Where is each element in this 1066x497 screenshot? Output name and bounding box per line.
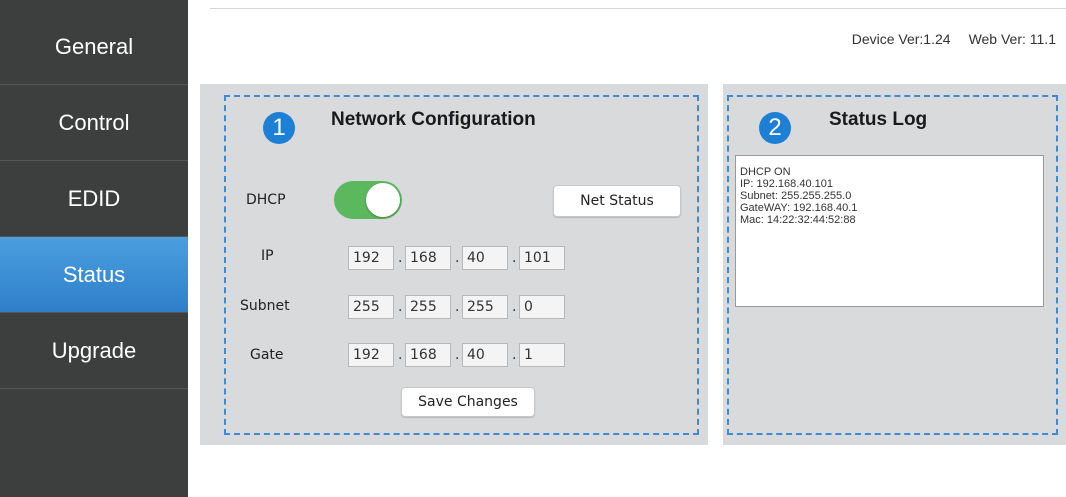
gate-octet-2[interactable]: 168 bbox=[405, 343, 451, 367]
subnet-label: Subnet bbox=[240, 298, 290, 314]
dhcp-toggle[interactable] bbox=[334, 181, 402, 219]
status-log-textarea[interactable]: DHCP ON IP: 192.168.40.101 Subnet: 255.2… bbox=[735, 155, 1044, 307]
subnet-dot: . bbox=[455, 299, 460, 315]
save-changes-button[interactable]: Save Changes bbox=[401, 387, 535, 417]
gate-dot: . bbox=[512, 347, 517, 363]
callout-badge-1: 1 bbox=[263, 112, 295, 144]
sidebar-item-edid[interactable]: EDID bbox=[0, 161, 188, 237]
subnet-octet-3[interactable]: 255 bbox=[462, 295, 508, 319]
network-config-title: Network Configuration bbox=[331, 109, 536, 130]
ip-octet-1[interactable]: 192 bbox=[348, 246, 394, 270]
gate-dot: . bbox=[455, 347, 460, 363]
ip-octet-3[interactable]: 40 bbox=[462, 246, 508, 270]
version-info: Device Ver:1.24 Web Ver: 11.1 bbox=[852, 31, 1056, 47]
web-version: Web Ver: 11.1 bbox=[968, 31, 1056, 47]
gate-label: Gate bbox=[250, 347, 284, 363]
gate-octet-1[interactable]: 192 bbox=[348, 343, 394, 367]
toggle-knob bbox=[366, 183, 400, 217]
subnet-dot: . bbox=[398, 299, 403, 315]
subnet-octet-4[interactable]: 0 bbox=[519, 295, 565, 319]
gate-octet-4[interactable]: 1 bbox=[519, 343, 565, 367]
sidebar-item-status[interactable]: Status bbox=[0, 237, 188, 313]
subnet-dot: . bbox=[512, 299, 517, 315]
gate-dot: . bbox=[398, 347, 403, 363]
sidebar-item-upgrade[interactable]: Upgrade bbox=[0, 313, 188, 389]
device-version: Device Ver:1.24 bbox=[851, 31, 951, 47]
sidebar-item-general[interactable]: General bbox=[0, 9, 188, 85]
ip-label: IP bbox=[261, 248, 274, 264]
dhcp-label: DHCP bbox=[246, 192, 286, 208]
net-status-button[interactable]: Net Status bbox=[553, 185, 681, 217]
ip-dot: . bbox=[455, 250, 460, 266]
ip-dot: . bbox=[512, 250, 517, 266]
sidebar-item-control[interactable]: Control bbox=[0, 85, 188, 161]
sidebar: General Control EDID Status Upgrade bbox=[0, 0, 188, 497]
subnet-octet-2[interactable]: 255 bbox=[405, 295, 451, 319]
callout-badge-2: 2 bbox=[759, 112, 791, 144]
subnet-octet-1[interactable]: 255 bbox=[348, 295, 394, 319]
ip-dot: . bbox=[398, 250, 403, 266]
ip-octet-4[interactable]: 101 bbox=[519, 246, 565, 270]
status-log-title: Status Log bbox=[829, 109, 928, 130]
gate-octet-3[interactable]: 40 bbox=[462, 343, 508, 367]
top-divider bbox=[210, 8, 1066, 9]
ip-octet-2[interactable]: 168 bbox=[405, 246, 451, 270]
